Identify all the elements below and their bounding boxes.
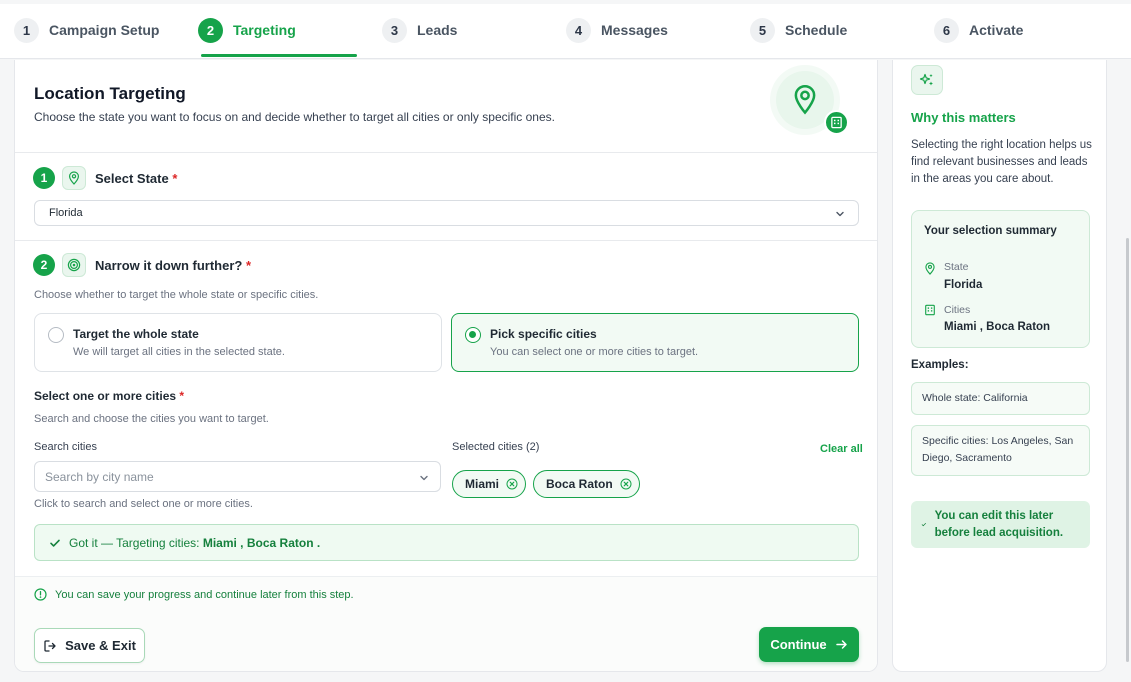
option-specific-cities[interactable]: Pick specific cities You can select one … — [451, 313, 859, 372]
step-targeting[interactable]: 2 Targeting — [198, 17, 296, 43]
city-search-input[interactable]: Search by city name — [34, 461, 441, 492]
narrow-down-heading: Narrow it down further? * — [95, 258, 251, 273]
chevron-down-icon — [836, 211, 844, 217]
sparkles-icon — [911, 65, 943, 95]
state-select[interactable]: Florida — [34, 200, 859, 226]
step-label: Campaign Setup — [49, 22, 160, 38]
clear-all-button[interactable]: Clear all — [820, 443, 863, 455]
step-number: 5 — [750, 17, 775, 43]
select-state-title: Select State — [95, 171, 169, 186]
summary-cities-value: Miami , Boca Raton — [944, 321, 1051, 333]
target-icon — [62, 253, 86, 277]
city-chip-miami: Miami — [452, 470, 527, 498]
confirmation-prefix: Got it — Targeting cities: — [69, 535, 200, 550]
chevron-down-icon — [420, 475, 428, 481]
cities-heading: Select one or more cities * — [34, 389, 184, 403]
search-placeholder: Search by city name — [45, 469, 154, 484]
selection-summary: Your selection summary State Florida Cit… — [911, 210, 1090, 348]
required-marker: * — [245, 258, 252, 273]
why-matters-title: Why this matters — [911, 110, 1016, 125]
city-chip-boca-raton: Boca Raton — [533, 470, 640, 498]
remove-chip-icon[interactable] — [505, 477, 519, 491]
progress-stepper: 1 Campaign Setup 2 Targeting 3 Leads 4 M… — [0, 4, 1131, 59]
summary-state-value: Florida — [944, 279, 983, 291]
summary-state-key: State — [944, 261, 969, 273]
chip-label: Miami — [465, 477, 500, 491]
option-whole-state[interactable]: Target the whole state We will target al… — [34, 313, 442, 372]
save-progress-text: You can save your progress and continue … — [55, 588, 354, 601]
remove-chip-icon[interactable] — [619, 477, 633, 491]
example-item: Whole state: California — [911, 382, 1090, 415]
step-schedule[interactable]: 5 Schedule — [750, 17, 848, 43]
cities-title: Select one or more cities — [34, 389, 177, 403]
required-marker: * — [172, 171, 178, 186]
save-exit-label: Save & Exit — [65, 638, 136, 653]
option-description: We will target all cities in the selecte… — [73, 346, 285, 358]
cities-subtitle: Search and choose the cities you want to… — [34, 413, 269, 425]
page-scrollbar[interactable] — [1126, 238, 1129, 662]
location-targeting-card: Location Targeting Choose the state you … — [14, 60, 878, 672]
page-subtitle: Choose the state you want to focus on an… — [34, 110, 555, 124]
save-progress-note: You can save your progress and continue … — [34, 588, 354, 601]
continue-button[interactable]: Continue — [759, 627, 859, 662]
step-number: 3 — [382, 17, 407, 43]
section-number: 2 — [33, 254, 55, 276]
targeting-confirmation: Got it — Targeting cities: Miami , Boca … — [34, 524, 859, 561]
option-title: Pick specific cities — [490, 327, 597, 341]
step-label: Leads — [417, 22, 458, 38]
checkmark-icon — [921, 523, 926, 527]
step-number: 6 — [934, 17, 959, 43]
state-select-value: Florida — [49, 207, 83, 219]
active-step-underline — [201, 54, 357, 57]
step-label: Messages — [601, 22, 668, 38]
exit-icon — [44, 639, 56, 652]
divider — [15, 152, 877, 153]
step-number: 2 — [198, 17, 223, 43]
confirmation-cities: Miami , Boca Raton — [202, 535, 314, 550]
search-hint: Click to search and select one or more c… — [34, 498, 253, 510]
radio-button[interactable] — [465, 327, 481, 343]
edit-later-note: You can edit this later before lead acqu… — [911, 501, 1090, 548]
building-icon — [824, 110, 849, 135]
continue-label: Continue — [770, 637, 827, 652]
step-label: Activate — [969, 22, 1024, 38]
step-messages[interactable]: 4 Messages — [566, 17, 668, 43]
chip-label: Boca Raton — [546, 477, 613, 491]
edit-later-text: You can edit this later before lead acqu… — [934, 509, 1064, 539]
selected-cities-label: Selected cities (2) — [452, 441, 540, 453]
examples-label: Examples: — [911, 359, 969, 371]
checkmark-icon — [50, 539, 60, 547]
radio-button[interactable] — [48, 327, 64, 343]
card-footer: You can save your progress and continue … — [15, 576, 877, 671]
map-pin-icon — [62, 166, 86, 190]
section-number: 1 — [33, 167, 55, 189]
step-activate[interactable]: 6 Activate — [934, 17, 1024, 43]
step-leads[interactable]: 3 Leads — [382, 17, 458, 43]
divider — [15, 240, 877, 241]
summary-title: Your selection summary — [924, 225, 1057, 237]
step-label: Schedule — [785, 22, 848, 38]
step-number: 1 — [14, 17, 39, 43]
page-title: Location Targeting — [34, 84, 186, 103]
why-matters-text: Selecting the right location helps us fi… — [911, 139, 1092, 185]
map-pin-icon — [925, 262, 935, 275]
option-description: You can select one or more cities to tar… — [490, 346, 699, 358]
narrow-down-hint: Choose whether to target the whole state… — [34, 289, 319, 301]
search-cities-label: Search cities — [34, 441, 97, 453]
info-sidebar: Why this matters Selecting the right loc… — [892, 60, 1107, 672]
step-campaign-setup[interactable]: 1 Campaign Setup — [14, 17, 160, 43]
arrow-right-icon — [835, 640, 847, 649]
select-state-heading: Select State * — [95, 171, 177, 186]
step-number: 4 — [566, 17, 591, 43]
summary-cities-key: Cities — [944, 304, 971, 316]
example-item: Specific cities: Los Angeles, San Diego,… — [911, 425, 1090, 476]
building-icon — [925, 304, 935, 316]
narrow-down-title: Narrow it down further? — [95, 258, 243, 273]
confirmation-suffix: . — [316, 535, 321, 550]
required-marker: * — [179, 389, 185, 403]
option-title: Target the whole state — [73, 327, 199, 341]
step-label: Targeting — [233, 22, 296, 38]
info-circle-icon — [34, 588, 47, 601]
save-exit-button[interactable]: Save & Exit — [34, 628, 145, 663]
